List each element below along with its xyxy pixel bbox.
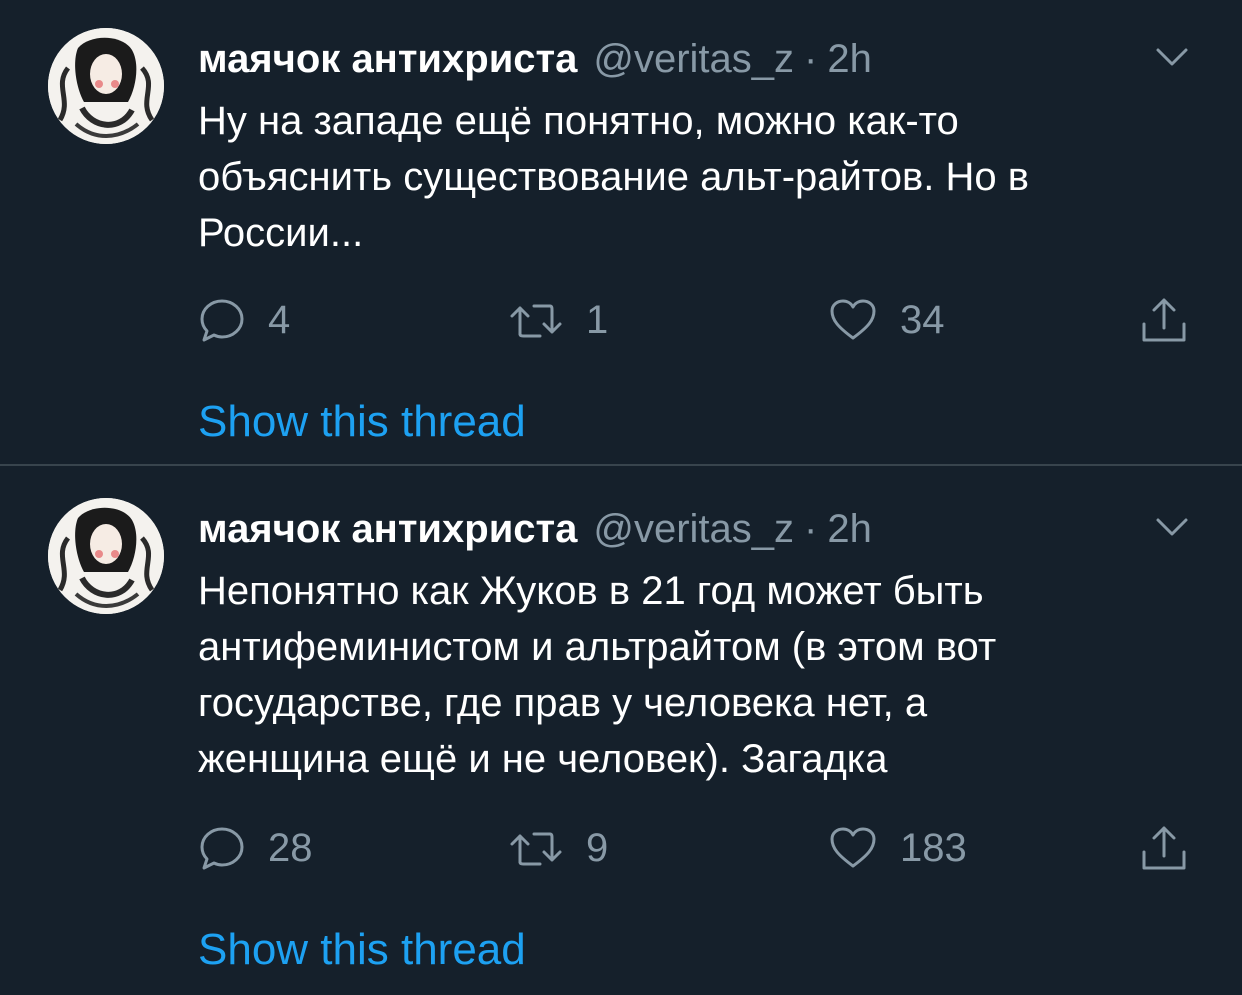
reply-icon (198, 296, 246, 344)
avatar-illustration (48, 28, 164, 144)
reply-count: 4 (268, 297, 291, 342)
share-icon (1136, 822, 1192, 874)
tweet[interactable]: маячок антихриста @veritas_z · 2h Ну на … (0, 0, 1242, 466)
like-button[interactable]: 183 (828, 818, 967, 878)
retweet-button[interactable]: 1 (508, 290, 608, 350)
retweet-count: 1 (586, 297, 609, 342)
share-button[interactable] (1136, 818, 1192, 878)
action-bar: 4 1 34 (0, 290, 1242, 350)
reply-button[interactable]: 28 (198, 818, 313, 878)
show-thread-link[interactable]: Show this thread (198, 396, 526, 448)
tweet-header: маячок антихриста @veritas_z · 2h (198, 34, 872, 84)
tweet-feed: маячок антихриста @veritas_z · 2h Ну на … (0, 0, 1242, 995)
retweet-button[interactable]: 9 (508, 818, 608, 878)
share-button[interactable] (1136, 290, 1192, 350)
display-name[interactable]: маячок антихриста (198, 34, 577, 84)
heart-icon (828, 296, 878, 344)
retweet-count: 9 (586, 825, 609, 870)
like-button[interactable]: 34 (828, 290, 945, 350)
heart-icon (828, 824, 878, 872)
avatar-illustration (48, 498, 164, 614)
user-handle[interactable]: @veritas_z (593, 504, 794, 554)
reply-button[interactable]: 4 (198, 290, 290, 350)
retweet-icon (508, 824, 564, 872)
share-icon (1136, 294, 1192, 346)
reply-count: 28 (268, 825, 313, 870)
tweet-text: Ну на западе ещё понятно, можно как-то о… (198, 99, 1029, 255)
avatar[interactable] (48, 28, 164, 144)
avatar[interactable] (48, 498, 164, 614)
tweet-text: Непонятно как Жуков в 21 год может быть … (198, 569, 997, 781)
chevron-down-icon[interactable] (1152, 42, 1192, 72)
display-name[interactable]: маячок антихриста (198, 504, 577, 554)
like-count: 34 (900, 297, 945, 342)
header-separator: · (804, 507, 818, 551)
retweet-icon (508, 296, 564, 344)
action-bar: 28 9 183 (0, 818, 1242, 878)
timestamp[interactable]: 2h (827, 34, 872, 84)
like-count: 183 (900, 825, 967, 870)
header-separator: · (804, 37, 818, 81)
chevron-down-icon[interactable] (1152, 512, 1192, 542)
reply-icon (198, 824, 246, 872)
tweet[interactable]: маячок антихриста @veritas_z · 2h Непоня… (0, 466, 1242, 995)
show-thread-link[interactable]: Show this thread (198, 924, 526, 976)
user-handle[interactable]: @veritas_z (593, 34, 794, 84)
tweet-header: маячок антихриста @veritas_z · 2h (198, 504, 872, 554)
timestamp[interactable]: 2h (827, 504, 872, 554)
